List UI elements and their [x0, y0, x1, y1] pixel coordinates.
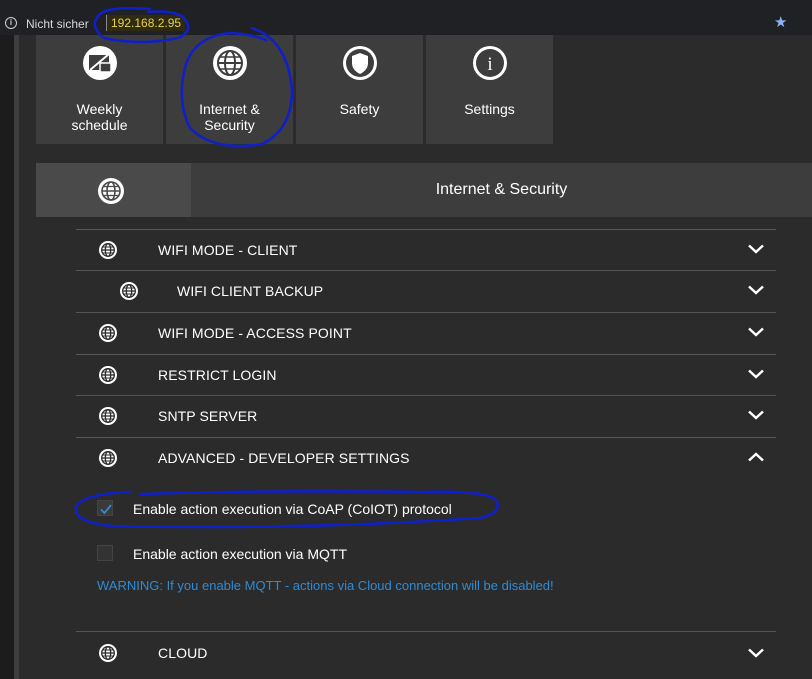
- tile-label: Safety: [339, 101, 380, 117]
- chevron-down-icon[interactable]: [748, 327, 764, 337]
- globe-icon: [99, 449, 117, 467]
- info-circle-icon: i: [472, 46, 507, 80]
- mqtt-option-label[interactable]: Enable action execution via MQTT: [133, 546, 347, 562]
- chevron-down-icon[interactable]: [748, 410, 764, 420]
- accordion-label: WIFI MODE - ACCESS POINT: [158, 325, 352, 341]
- left-gutter: [0, 35, 14, 679]
- mqtt-warning: WARNING: If you enable MQTT - actions vi…: [97, 578, 554, 593]
- tile-safety[interactable]: Safety: [296, 35, 423, 144]
- section-header: Internet & Security: [36, 163, 812, 217]
- accordion-label: SNTP SERVER: [158, 408, 258, 424]
- globe-icon: [99, 324, 117, 342]
- accordion-label: WIFI CLIENT BACKUP: [177, 283, 324, 299]
- url-text[interactable]: 192.168.2.95: [106, 15, 186, 31]
- tile-label-line2: Security: [204, 117, 255, 133]
- tile-label-line1: Internet &: [199, 101, 260, 117]
- accordion-label: WIFI MODE - CLIENT: [158, 242, 298, 258]
- accordion-label: CLOUD: [158, 645, 208, 661]
- accordion-advanced-developer-settings[interactable]: ADVANCED - DEVELOPER SETTINGS: [76, 437, 776, 478]
- mqtt-checkbox[interactable]: [97, 545, 113, 561]
- schedule-icon: [82, 46, 117, 80]
- globe-icon: [99, 241, 117, 259]
- accordion-sntp-server[interactable]: SNTP SERVER: [76, 395, 776, 436]
- tile-settings[interactable]: i Settings: [426, 35, 553, 144]
- info-icon[interactable]: i: [5, 17, 17, 29]
- chevron-down-icon[interactable]: [748, 244, 764, 254]
- shield-icon: [342, 46, 377, 80]
- accordion-wifi-access-point[interactable]: WIFI MODE - ACCESS POINT: [76, 312, 776, 353]
- chevron-down-icon[interactable]: [748, 648, 764, 658]
- tile-weekly-schedule[interactable]: Weekly schedule: [36, 35, 163, 144]
- globe-icon: [98, 178, 124, 204]
- chevron-down-icon[interactable]: [748, 369, 764, 379]
- globe-icon: [99, 366, 117, 384]
- chevron-up-icon[interactable]: [748, 452, 764, 462]
- chevron-down-icon[interactable]: [748, 285, 764, 295]
- tile-label: Settings: [464, 101, 515, 117]
- tile-label-line2: schedule: [71, 117, 128, 133]
- svg-text:i: i: [487, 54, 492, 75]
- tile-label-line1: Weekly: [76, 101, 123, 117]
- not-secure-label[interactable]: Nicht sicher: [26, 17, 89, 31]
- accordion-cloud[interactable]: CLOUD: [76, 631, 776, 675]
- accordion-label: RESTRICT LOGIN: [158, 367, 277, 383]
- accordion-wifi-client[interactable]: WIFI MODE - CLIENT: [76, 229, 776, 270]
- browser-address-bar[interactable]: i Nicht sicher 192.168.2.95 ★: [0, 0, 812, 35]
- coap-option-label[interactable]: Enable action execution via CoAP (CoIOT)…: [133, 501, 452, 517]
- bookmark-star-icon[interactable]: ★: [774, 13, 787, 31]
- globe-icon: [120, 282, 138, 300]
- globe-icon: [212, 46, 247, 80]
- section-icon-box: [36, 163, 191, 217]
- checkmark-icon: [100, 504, 112, 515]
- coap-checkbox[interactable]: [97, 500, 113, 516]
- accordion-restrict-login[interactable]: RESTRICT LOGIN: [76, 354, 776, 395]
- globe-icon: [99, 644, 117, 662]
- accordion-wifi-client-backup[interactable]: WIFI CLIENT BACKUP: [76, 270, 776, 311]
- globe-icon: [99, 407, 117, 425]
- left-gutter-divider: [14, 35, 19, 679]
- accordion-label: ADVANCED - DEVELOPER SETTINGS: [158, 450, 410, 466]
- tile-internet-security[interactable]: Internet & Security: [166, 35, 293, 144]
- section-title: Internet & Security: [435, 181, 568, 198]
